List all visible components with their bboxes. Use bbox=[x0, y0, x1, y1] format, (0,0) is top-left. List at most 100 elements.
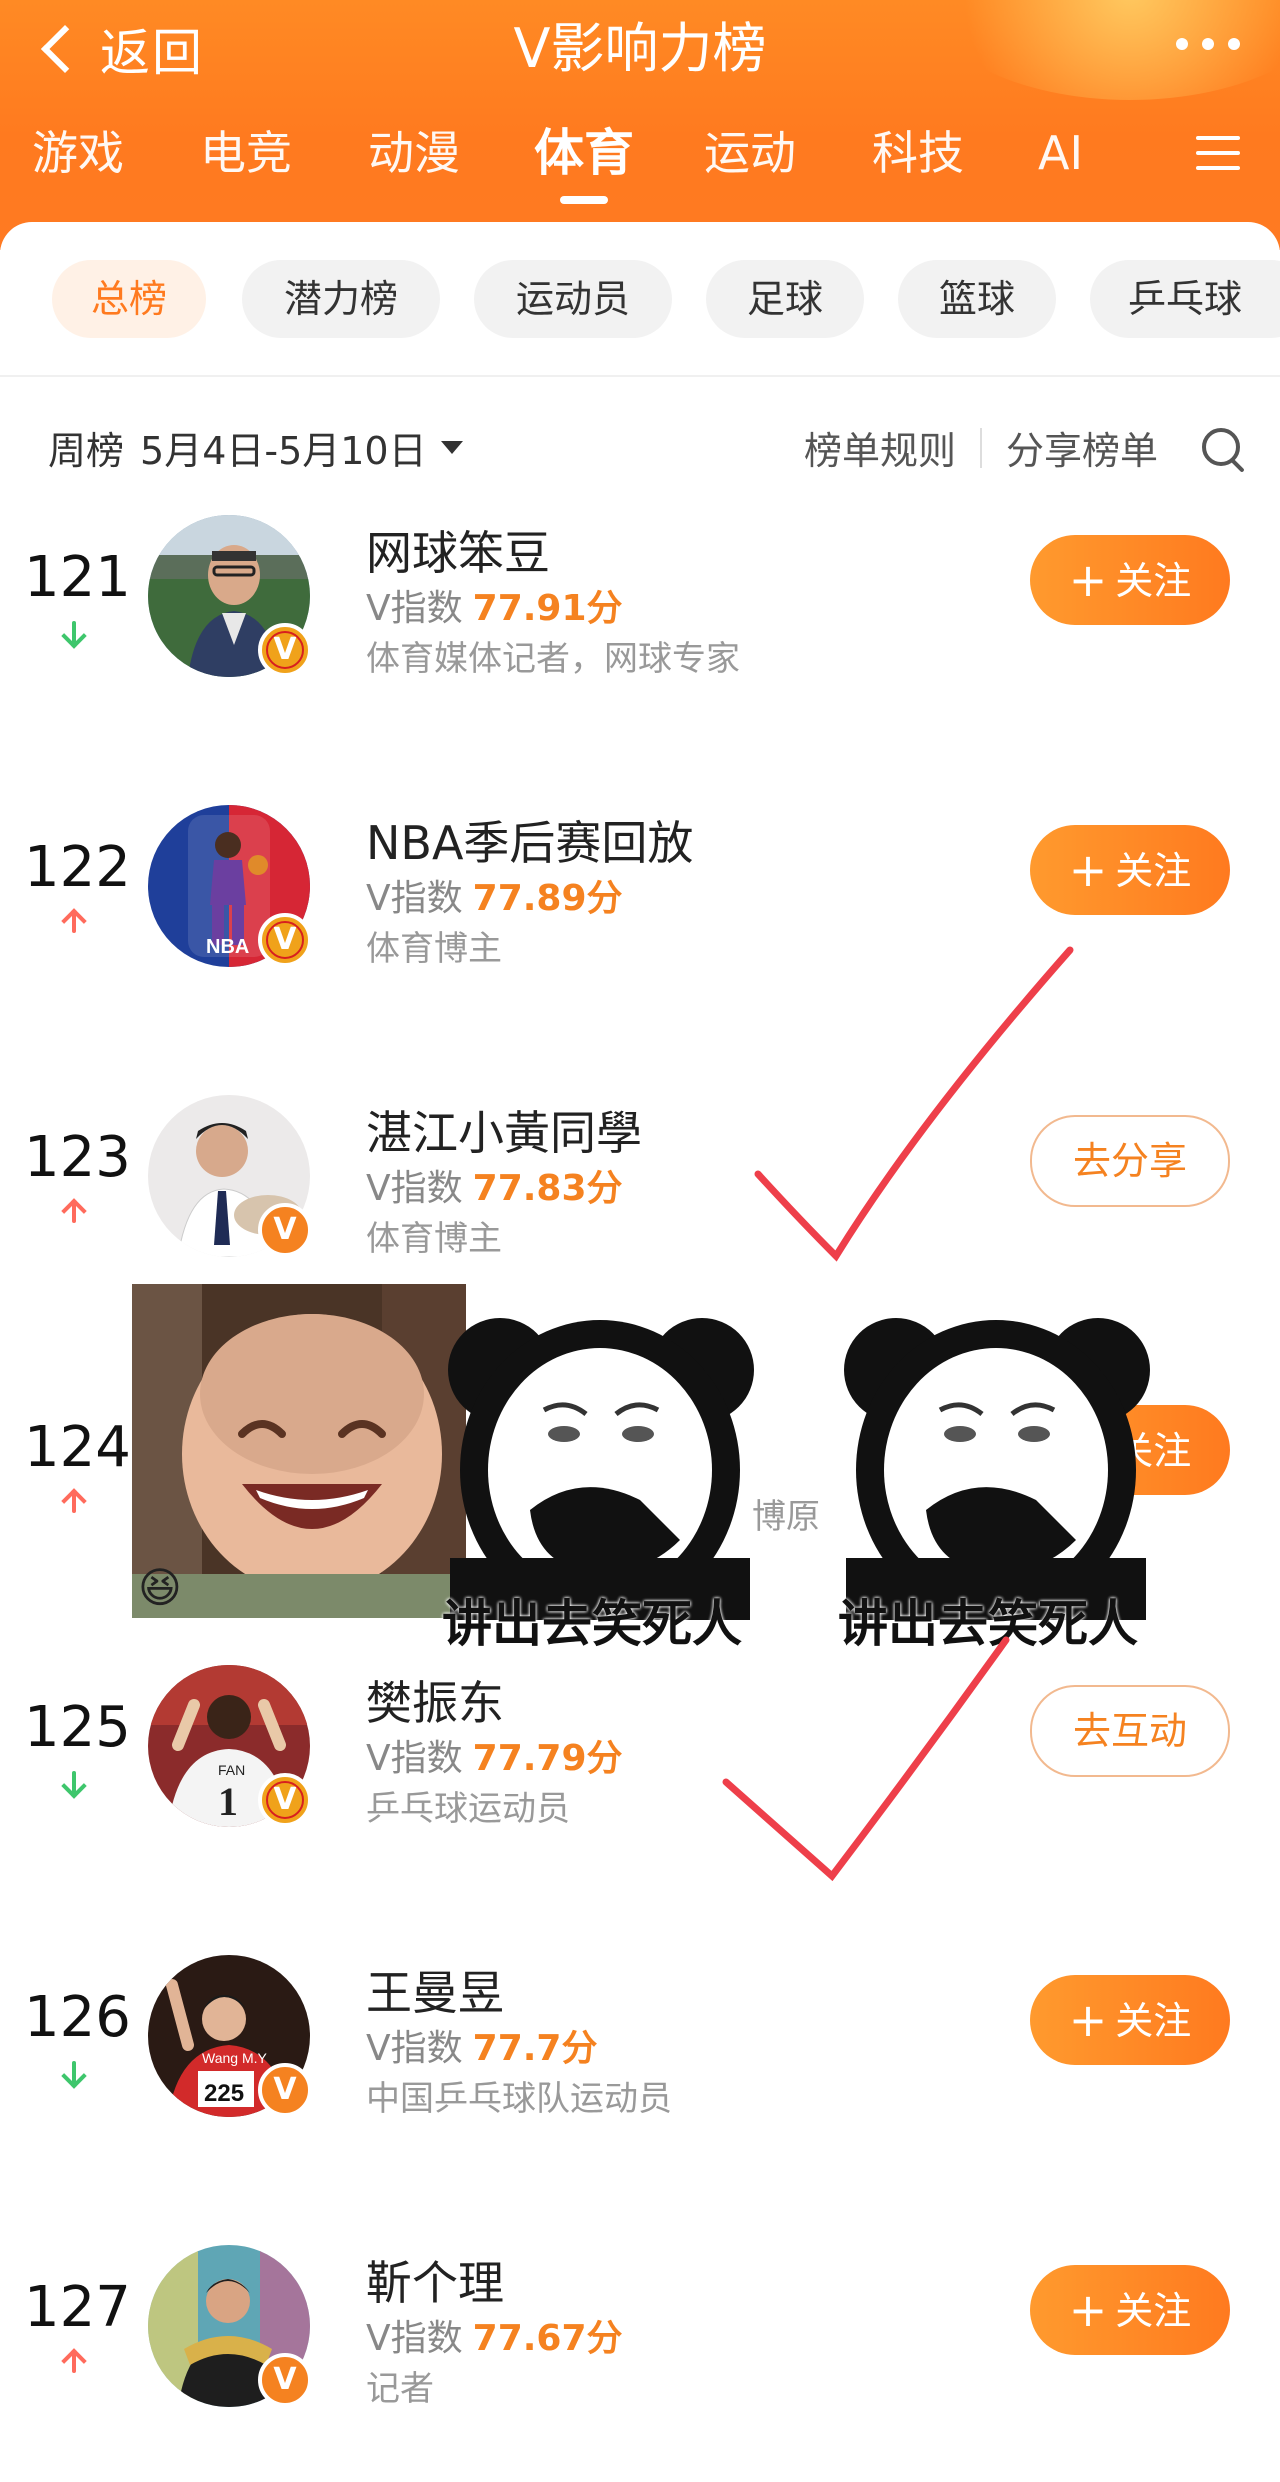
toolbar-separator bbox=[979, 427, 982, 468]
tab-exercise[interactable]: 运动 bbox=[704, 118, 796, 188]
account-description: 体育博主 bbox=[366, 1219, 502, 1259]
verified-badge-icon: V bbox=[258, 623, 312, 677]
v-index: V指数 77.67分 bbox=[366, 2318, 623, 2359]
rank-number: 121 bbox=[24, 545, 131, 610]
rank-number: 126 bbox=[24, 1985, 131, 2050]
trend-up-icon bbox=[61, 1198, 87, 1227]
rank-number: 122 bbox=[24, 835, 131, 900]
svg-text:1: 1 bbox=[218, 1779, 238, 1824]
account-description: 记者 bbox=[366, 2369, 434, 2409]
account-name[interactable]: NBA季后赛回放 bbox=[366, 807, 693, 873]
v-index: V指数 77.89分 bbox=[366, 878, 623, 919]
panda-meme-sticker bbox=[836, 1310, 1156, 1620]
top-header: 返回 V影响力榜 游戏 电竞 动漫 体育 运动 科技 AI bbox=[0, 0, 1280, 250]
week-label: 周榜 bbox=[48, 429, 125, 473]
v-score: 77.91分 bbox=[472, 588, 623, 629]
interact-button[interactable]: 去互动 bbox=[1030, 1685, 1230, 1777]
list-item[interactable]: 127 V 靳个理 V指数 77.67分 记者 + 关注 bbox=[0, 2245, 1280, 2445]
sub-tabs: 总榜 潜力榜 运动员 足球 篮球 乒乓球 bbox=[0, 260, 1280, 340]
share-list-link[interactable]: 分享榜单 bbox=[1006, 420, 1158, 475]
chip-overall[interactable]: 总榜 bbox=[52, 260, 206, 338]
rank-number: 125 bbox=[24, 1695, 131, 1760]
plus-icon: + bbox=[1068, 843, 1108, 897]
v-score: 77.67分 bbox=[472, 2318, 623, 2359]
v-score: 77.89分 bbox=[472, 878, 623, 919]
more-options-icon[interactable] bbox=[1176, 38, 1240, 50]
account-description: 博原 bbox=[752, 1497, 820, 1537]
v-index: V指数 77.83分 bbox=[366, 1168, 623, 1209]
date-range: 5月4日-5月10日 bbox=[140, 429, 427, 473]
tab-ai[interactable]: AI bbox=[1038, 118, 1083, 188]
category-tabs: 游戏 电竞 动漫 体育 运动 科技 AI bbox=[0, 118, 1280, 198]
laughing-emoji: 😆 bbox=[138, 1563, 182, 1612]
chip-potential[interactable]: 潜力榜 bbox=[242, 260, 440, 338]
rank-number: 127 bbox=[24, 2275, 131, 2340]
trend-down-icon bbox=[61, 621, 87, 649]
search-icon[interactable] bbox=[1202, 427, 1245, 473]
laughing-baby-sticker: 😆 bbox=[132, 1284, 466, 1618]
trend-up-icon bbox=[61, 908, 87, 937]
account-description: 体育博主 bbox=[366, 929, 502, 969]
verified-badge-icon: V bbox=[258, 913, 312, 967]
tab-esports[interactable]: 电竞 bbox=[200, 118, 292, 188]
chip-athletes[interactable]: 运动员 bbox=[474, 260, 672, 338]
account-name[interactable]: 靳个理 bbox=[366, 2247, 504, 2313]
menu-icon[interactable] bbox=[1196, 136, 1240, 181]
share-button[interactable]: 去分享 bbox=[1030, 1115, 1230, 1207]
v-score: 77.7分 bbox=[472, 2028, 598, 2069]
follow-button[interactable]: +关注 bbox=[1030, 535, 1230, 625]
follow-button[interactable]: +关注 bbox=[1030, 1975, 1230, 2065]
tab-sports[interactable]: 体育 bbox=[534, 118, 634, 188]
rank-number: 124 bbox=[24, 1415, 131, 1480]
verified-badge-icon: V bbox=[258, 2063, 312, 2117]
verified-badge-icon: V bbox=[258, 1773, 312, 1827]
page-title: V影响力榜 bbox=[513, 17, 767, 80]
list-item[interactable]: 126 225 Wang M.Y V 王曼昱 V指数 77.7分 中国乒乓球队运动… bbox=[0, 1955, 1280, 2155]
trend-up-icon bbox=[61, 1488, 87, 1517]
panda-meme-sticker bbox=[440, 1310, 760, 1620]
account-name[interactable]: 网球笨豆 bbox=[366, 517, 550, 583]
list-item[interactable]: 122 NBA V NBA季后赛回放 V指数 77.89分 体育博主 + 关注 bbox=[0, 805, 1280, 1005]
v-index: V指数 77.79分 bbox=[366, 1738, 623, 1779]
account-name[interactable]: 湛江小黃同學 bbox=[366, 1097, 642, 1163]
verified-badge-icon: V bbox=[258, 1203, 312, 1257]
rank-number: 123 bbox=[24, 1125, 131, 1190]
caret-down-icon bbox=[440, 441, 463, 454]
list-item[interactable]: 123 V 湛江小黃同學 V指数 77.83分 体育博主 去分享 bbox=[0, 1095, 1280, 1295]
plus-icon: + bbox=[1068, 553, 1108, 607]
list-item[interactable]: 121 V 网球笨豆 V指数 77.91分 体育媒体记者，网球专家 + 关注 bbox=[0, 515, 1280, 715]
trend-up-icon bbox=[61, 2348, 87, 2377]
meme-caption: 讲出去笑死人 bbox=[838, 1595, 1138, 1653]
trend-down-icon bbox=[61, 1771, 87, 1799]
tab-games[interactable]: 游戏 bbox=[32, 118, 124, 188]
follow-button[interactable]: +关注 bbox=[1030, 825, 1230, 915]
chip-basketball[interactable]: 篮球 bbox=[898, 260, 1056, 338]
svg-text:225: 225 bbox=[204, 2080, 244, 2107]
rules-link[interactable]: 榜单规则 bbox=[804, 420, 956, 475]
v-score: 77.79分 bbox=[472, 1738, 623, 1779]
tab-tech[interactable]: 科技 bbox=[872, 118, 964, 188]
svg-text:Wang M.Y: Wang M.Y bbox=[202, 2050, 267, 2066]
tab-anime[interactable]: 动漫 bbox=[368, 118, 460, 188]
trend-down-icon bbox=[61, 2061, 87, 2089]
verified-badge-icon: V bbox=[258, 2353, 312, 2407]
follow-button[interactable]: +关注 bbox=[1030, 2265, 1230, 2355]
account-description: 中国乒乓球队运动员 bbox=[366, 2079, 672, 2119]
meme-caption: 讲出去笑死人 bbox=[442, 1595, 742, 1653]
week-selector[interactable]: 周榜 5月4日-5月10日 bbox=[48, 420, 463, 475]
divider bbox=[0, 375, 1280, 377]
v-score: 77.83分 bbox=[472, 1168, 623, 1209]
plus-icon: + bbox=[1068, 2283, 1108, 2337]
v-index: V指数 77.91分 bbox=[366, 588, 623, 629]
account-name[interactable]: 樊振东 bbox=[366, 1667, 504, 1733]
svg-text:FAN: FAN bbox=[218, 1762, 245, 1778]
account-description: 体育媒体记者，网球专家 bbox=[366, 639, 740, 679]
plus-icon: + bbox=[1068, 1993, 1108, 2047]
chip-table-tennis[interactable]: 乒乓球 bbox=[1090, 260, 1280, 338]
account-name[interactable]: 王曼昱 bbox=[366, 1957, 504, 2023]
toolbar: 榜单规则 分享榜单 bbox=[804, 420, 1245, 475]
chip-football[interactable]: 足球 bbox=[706, 260, 864, 338]
svg-text:NBA: NBA bbox=[206, 936, 249, 958]
account-description: 乒乓球运动员 bbox=[366, 1789, 570, 1829]
list-item[interactable]: 125 FAN 1 V 樊振东 V指数 77.79分 乒乓球运动员 去互动 bbox=[0, 1665, 1280, 1865]
